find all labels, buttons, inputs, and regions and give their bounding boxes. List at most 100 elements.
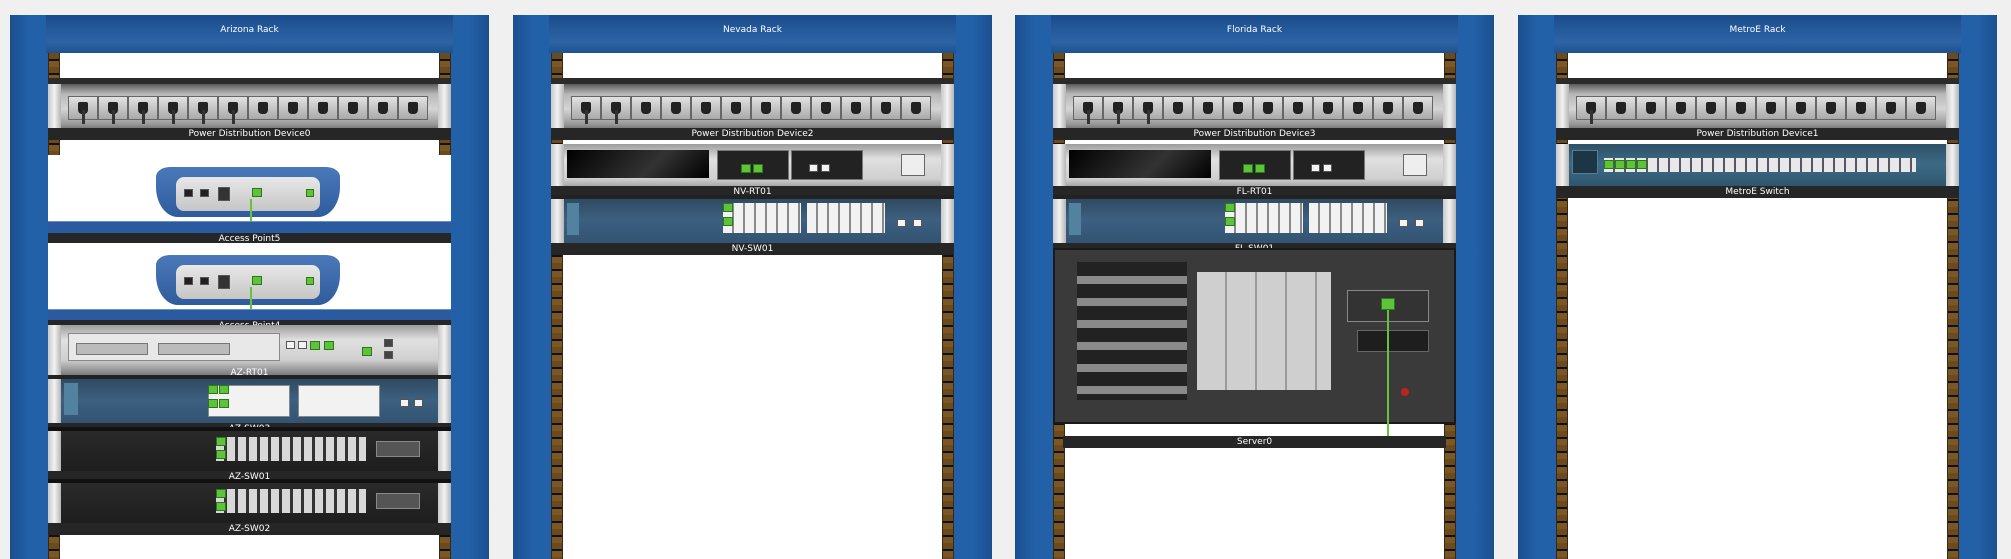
port-block (298, 385, 380, 417)
outlet (1193, 96, 1223, 120)
outlet (308, 96, 338, 120)
port-block (1604, 158, 1916, 172)
ethernet-port-connected (216, 502, 226, 511)
outlet (781, 96, 811, 120)
rack-ear (941, 84, 954, 134)
power-plug (1117, 110, 1120, 124)
uplink-port (897, 219, 906, 227)
rack-title: Florida Rack (1051, 15, 1458, 53)
ethernet-port-connected (1604, 160, 1614, 169)
ethernet-port-connected (208, 385, 218, 394)
uplink-port (414, 399, 423, 407)
access-point-panel (176, 177, 320, 211)
antenna-port (200, 277, 209, 285)
ethernet-port-connected (1255, 164, 1265, 173)
outlet (691, 96, 721, 120)
ethernet-port-connected (216, 489, 226, 498)
console-panel (64, 383, 78, 415)
device-label: NV-SW01 (551, 243, 954, 255)
console-panel (567, 203, 579, 235)
rack-metroe[interactable]: MetroE Rack Power Distribution Device1 M… (1518, 15, 1997, 559)
switch[interactable]: AZ-SW03 (48, 375, 451, 435)
rack-ear (551, 84, 564, 134)
ethernet-port-connected (1225, 203, 1235, 212)
power-plug (112, 110, 115, 124)
metroe-switch[interactable]: MetroE Switch (1556, 144, 1959, 198)
device-label: Server0 (1063, 436, 1446, 448)
drive-bay (1077, 262, 1187, 400)
ethernet-port-connected (310, 341, 320, 350)
power-distribution-device[interactable]: Power Distribution Device2 (551, 78, 954, 140)
power-plug (1590, 110, 1593, 124)
rack-title: Arizona Rack (46, 15, 453, 53)
outlet (1786, 96, 1816, 120)
rack-nevada[interactable]: Nevada Rack Power Distribution Device2 N… (513, 15, 992, 559)
ethernet-port-connected (362, 347, 372, 356)
access-point[interactable]: Access Point4 (48, 243, 451, 332)
console-panel (1572, 150, 1598, 174)
uplink-port (400, 399, 409, 407)
console-panel (1069, 203, 1081, 235)
power-supply (1403, 154, 1427, 176)
ethernet-port-connected (208, 399, 218, 408)
ethernet-port-connected (219, 399, 229, 408)
power-distribution-device[interactable]: Power Distribution Device3 (1053, 78, 1456, 140)
power-distribution-device[interactable]: Power Distribution Device1 (1556, 78, 1959, 140)
outlet (1313, 96, 1343, 120)
switch[interactable]: AZ-SW01 (48, 427, 451, 483)
outlet (1666, 96, 1696, 120)
outlet (1876, 96, 1906, 120)
outlet (631, 96, 661, 120)
ethernet-port (1311, 164, 1320, 172)
switch[interactable]: FL-SW01 (1053, 195, 1456, 255)
outlet (901, 96, 931, 120)
sfp-slots (376, 493, 420, 509)
outlet (398, 96, 428, 120)
link-cable (250, 287, 252, 309)
server[interactable] (1053, 248, 1456, 438)
outlet (1636, 96, 1666, 120)
outlet (1373, 96, 1403, 120)
uplink-port (913, 219, 922, 227)
outlet (368, 96, 398, 120)
port-block (1225, 203, 1303, 233)
uplink-port (1415, 219, 1424, 227)
router[interactable]: NV-RT01 (551, 144, 954, 198)
power-distribution-device[interactable]: Power Distribution Device0 (48, 78, 451, 140)
link-cable (250, 199, 252, 221)
switch[interactable]: NV-SW01 (551, 195, 954, 255)
outlet (1906, 96, 1936, 120)
outlet (1606, 96, 1636, 120)
rack-ear (1556, 84, 1569, 134)
outlet (751, 96, 781, 120)
module-slot (158, 343, 230, 355)
rack-arizona[interactable]: Arizona Rack Power Distribution Device0 (10, 15, 489, 559)
rack-ear (1053, 84, 1066, 134)
ethernet-port-connected (219, 385, 229, 394)
ethernet-port-connected (1626, 160, 1636, 169)
device-label: AZ-SW02 (48, 523, 451, 535)
switch[interactable]: AZ-SW02 (48, 479, 451, 535)
ethernet-port-connected (324, 341, 334, 350)
access-point-body (156, 255, 340, 305)
power-plug (232, 110, 235, 124)
status-led (306, 189, 314, 197)
power-plug (202, 110, 205, 124)
antenna-port (184, 277, 193, 285)
outlet (1163, 96, 1193, 120)
router[interactable]: FL-RT01 (1053, 144, 1456, 198)
outlet (1343, 96, 1373, 120)
outlet (1846, 96, 1876, 120)
outlet (1756, 96, 1786, 120)
outlet (811, 96, 841, 120)
outlet (1223, 96, 1253, 120)
outlet (1696, 96, 1726, 120)
access-point-panel (176, 265, 320, 299)
outlet (721, 96, 751, 120)
access-point[interactable]: Access Point5 (48, 155, 451, 245)
outlet (871, 96, 901, 120)
power-switch (218, 275, 230, 289)
router[interactable]: AZ-RT01 (48, 325, 451, 378)
rack-florida[interactable]: Florida Rack Power Distribution Device3 … (1015, 15, 1494, 559)
outlet (1816, 96, 1846, 120)
